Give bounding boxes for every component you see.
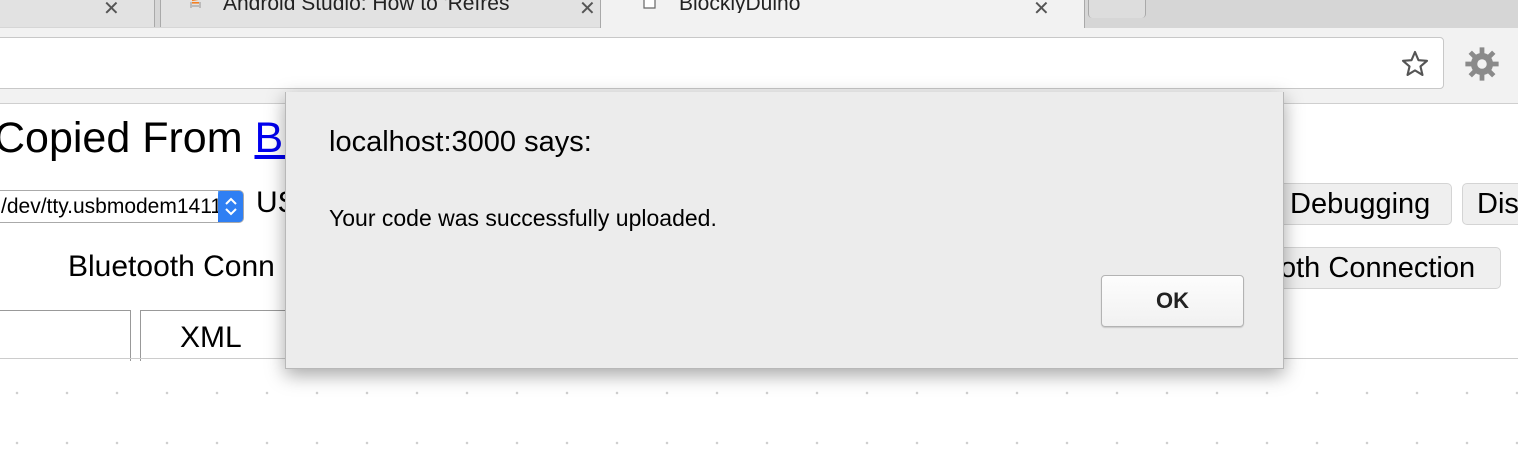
page-title: Copied From Bl (0, 114, 293, 163)
tab-android-studio[interactable]: Android Studio: How to 'Refres ✕ (160, 0, 605, 27)
port-select[interactable]: /dev/tty.usbmodem1411 (0, 190, 244, 223)
gear-icon[interactable] (1463, 45, 1501, 83)
tab-xml-label: XML (180, 321, 242, 354)
tab-previous[interactable]: ✕ (0, 0, 155, 27)
tab-blocks[interactable] (0, 310, 131, 361)
new-tab-button[interactable] (1088, 0, 1146, 18)
stackoverflow-icon (190, 0, 201, 8)
browser-window: ✕ Android Studio: How to 'Refres ✕ Block… (0, 0, 1518, 454)
blockly-workspace[interactable] (0, 359, 1518, 454)
close-icon[interactable]: ✕ (1033, 0, 1050, 19)
bluetooth-connection-button[interactable]: oth Connection (1265, 247, 1501, 289)
tab-title: Android Studio: How to 'Refres (223, 0, 510, 13)
debugging-button[interactable]: Debugging (1275, 183, 1452, 225)
alert-dialog: localhost:3000 says: Your code was succe… (285, 92, 1284, 369)
tab-xml[interactable]: XML (140, 310, 292, 361)
ok-button[interactable]: OK (1101, 275, 1244, 327)
page-icon (643, 0, 656, 9)
close-icon[interactable]: ✕ (103, 0, 120, 19)
close-icon[interactable]: ✕ (579, 0, 596, 19)
heading-prefix: Copied From (0, 114, 255, 162)
tab-strip: ✕ Android Studio: How to 'Refres ✕ Block… (0, 0, 1518, 29)
tab-title: BlocklyDuino (679, 0, 801, 13)
bluetooth-label: Bluetooth Conn (68, 250, 275, 283)
disconnect-button[interactable]: Dis (1462, 183, 1518, 225)
star-icon[interactable] (1399, 48, 1431, 80)
chevron-updown-icon (218, 191, 243, 222)
dialog-title: localhost:3000 says: (329, 126, 592, 158)
port-select-value: /dev/tty.usbmodem1411 (1, 195, 223, 218)
tab-blocklyduino[interactable]: BlocklyDuino ✕ (600, 0, 1085, 28)
dialog-message: Your code was successfully uploaded. (329, 205, 717, 231)
address-bar[interactable] (0, 37, 1444, 89)
